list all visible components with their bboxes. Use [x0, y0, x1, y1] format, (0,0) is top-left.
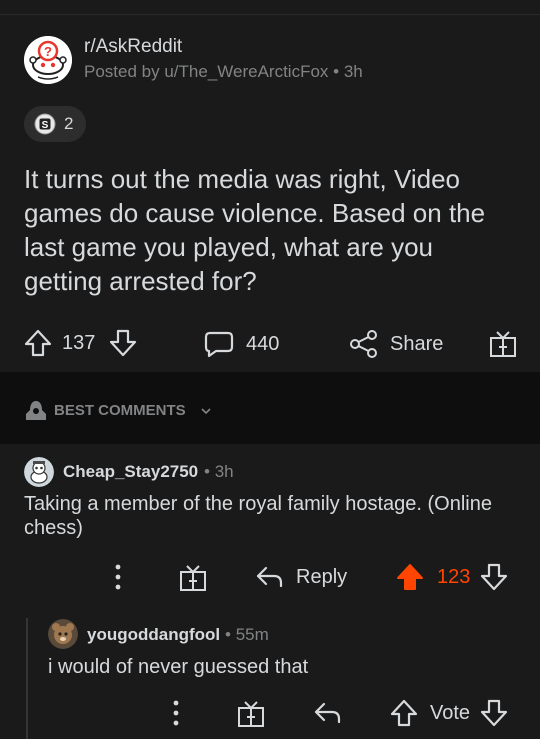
vote-group: 137	[24, 328, 137, 358]
post-title[interactable]: It turns out the media was right, Video …	[24, 162, 514, 298]
downvote-icon[interactable]	[480, 562, 508, 592]
reply-icon[interactable]	[312, 699, 342, 727]
comment-meta: • 3h	[204, 462, 234, 482]
comment-author[interactable]: yougoddangfool	[87, 625, 220, 645]
subreddit-avatar[interactable]: ?	[24, 36, 72, 84]
share-label: Share	[390, 332, 444, 355]
more-icon[interactable]	[171, 699, 181, 727]
post-time: 3h	[343, 62, 363, 81]
downvote-icon[interactable]	[480, 698, 508, 728]
sort-label: BEST COMMENTS	[54, 402, 186, 419]
chevron-down-icon	[201, 408, 211, 415]
comment-icon	[204, 331, 234, 358]
reply-icon	[256, 566, 283, 588]
comment-score: 123	[437, 565, 471, 588]
more-icon[interactable]	[113, 563, 123, 591]
meta-separator: •	[333, 62, 340, 81]
svg-text:?: ?	[44, 44, 52, 59]
commenter-avatar[interactable]	[48, 619, 78, 649]
svg-text:S: S	[42, 120, 49, 131]
post-author[interactable]: u/The_WereArcticFox	[164, 62, 328, 81]
share-button[interactable]: Share	[349, 329, 443, 359]
posted-by-label: Posted by	[84, 62, 160, 81]
comment-body: Taking a member of the royal family host…	[24, 492, 524, 540]
upvote-icon[interactable]	[396, 562, 424, 592]
comment-count: 440	[246, 332, 280, 355]
comment-time: 3h	[214, 462, 234, 481]
mod-shield-icon	[26, 401, 46, 420]
comment-body: i would of never guessed that	[48, 656, 309, 678]
comment-vote-group: Vote	[390, 698, 508, 728]
comments-button[interactable]: 440	[204, 330, 279, 358]
commenter-avatar[interactable]	[24, 457, 54, 487]
award-count: 2	[64, 114, 74, 133]
award-badge[interactable]: S 2	[24, 106, 86, 142]
reply-button[interactable]: Reply	[254, 563, 347, 591]
comment-text-line: Taking a member of the royal family host…	[24, 493, 492, 515]
user-avatar-icon	[48, 619, 78, 649]
comment-vote-group: 123	[396, 562, 508, 592]
comment-text-line: chess)	[24, 517, 83, 539]
meta-separator: •	[204, 462, 210, 481]
gift-award-icon	[490, 331, 516, 357]
share-icon	[350, 330, 377, 358]
comment-sort-bar[interactable]: BEST COMMENTS	[0, 372, 540, 444]
comment-author[interactable]: Cheap_Stay2750	[63, 462, 198, 482]
divider	[0, 14, 540, 15]
reply-label: Reply	[296, 565, 348, 588]
comment-time: 55m	[235, 625, 269, 644]
award-coin-icon: S	[34, 113, 56, 135]
downvote-icon[interactable]	[109, 328, 137, 358]
upvote-icon[interactable]	[390, 698, 418, 728]
gift-award-icon[interactable]	[236, 699, 266, 729]
reddit-snoo-icon: ?	[24, 36, 72, 84]
meta-separator: •	[225, 625, 231, 644]
upvote-count: 137	[62, 331, 96, 354]
subreddit-name[interactable]: r/AskReddit	[84, 36, 182, 58]
post-meta: Posted by u/The_WereArcticFox • 3h	[84, 62, 363, 82]
thread-line[interactable]	[26, 618, 28, 739]
gift-award-icon[interactable]	[178, 563, 208, 593]
post-card: ? r/AskReddit Posted by u/The_WereArctic…	[0, 0, 540, 372]
vote-label: Vote	[430, 701, 471, 724]
comment-meta: • 55m	[225, 625, 269, 645]
upvote-icon[interactable]	[24, 328, 52, 358]
give-award-button[interactable]	[488, 329, 518, 359]
user-avatar-icon	[24, 457, 54, 487]
